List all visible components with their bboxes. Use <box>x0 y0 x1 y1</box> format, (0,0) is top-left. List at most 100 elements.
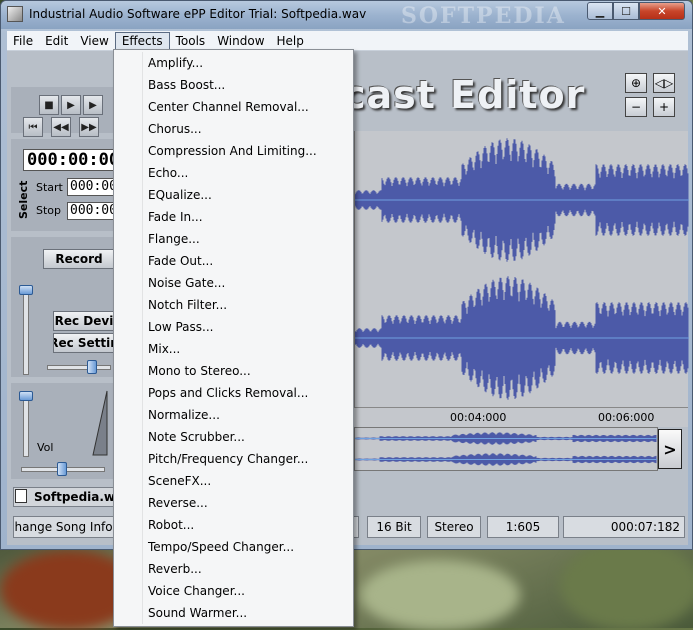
effects-menu-item-noise-gate[interactable]: Noise Gate... <box>148 272 225 294</box>
start-label: Start <box>36 181 63 194</box>
effects-menu-item-equalize[interactable]: EQualize... <box>148 184 212 206</box>
waveform-graphic <box>354 138 689 400</box>
desktop-background <box>560 540 693 630</box>
play-icon: ▶ <box>67 99 75 111</box>
maximize-icon: ☐ <box>621 4 631 18</box>
effects-menu-item-compression-and-limiting[interactable]: Compression And Limiting... <box>148 140 317 162</box>
zoom-out-button[interactable]: − <box>625 97 647 117</box>
rec-settings-button[interactable]: Rec Settin <box>53 333 115 353</box>
timeline-tick: 00:06:000 <box>598 411 655 424</box>
file-icon <box>15 489 27 503</box>
menu-edit[interactable]: Edit <box>39 32 74 50</box>
volume-slider[interactable] <box>23 393 29 457</box>
menu-bar: File Edit View Effects Tools Window Help <box>7 31 688 51</box>
effects-menu-item-voice-changer[interactable]: Voice Changer... <box>148 580 245 602</box>
watermark: SOFTPEDIA <box>401 3 566 29</box>
zoom-fit-icon: ⊕ <box>630 76 642 90</box>
file-name: Softpedia.wa <box>34 490 115 504</box>
record-level-slider[interactable] <box>23 287 29 375</box>
select-label: Select <box>17 180 30 219</box>
volume-thumb[interactable] <box>19 391 33 401</box>
record-button[interactable]: Record <box>43 249 115 269</box>
status-bits: 16 Bit <box>367 516 421 538</box>
pan-thumb[interactable] <box>57 462 67 476</box>
minimize-icon: ▁ <box>595 4 605 18</box>
effects-menu: Amplify... Bass Boost... Center Channel Re… <box>113 49 354 627</box>
effects-menu-item-pops-and-clicks-removal[interactable]: Pops and Clicks Removal... <box>148 382 308 404</box>
start-field[interactable]: 000:00 <box>67 178 119 196</box>
status-length: 000:07:182 <box>563 516 685 538</box>
zoom-fit-button[interactable]: ⊕ <box>625 73 647 93</box>
menu-window[interactable]: Window <box>211 32 270 50</box>
play-selection-button[interactable]: ▶ <box>83 95 103 115</box>
minimize-button[interactable]: ▁ <box>587 2 613 20</box>
effects-menu-item-tempo-speed-changer[interactable]: Tempo/Speed Changer... <box>148 536 294 558</box>
effects-menu-item-note-scrubber[interactable]: Note Scrubber... <box>148 426 245 448</box>
effects-menu-item-normalize[interactable]: Normalize... <box>148 404 220 426</box>
fast-forward-icon: ▶▶ <box>81 121 97 133</box>
vol-label: Vol <box>37 441 54 454</box>
zoom-out-icon: − <box>630 100 642 114</box>
overview-graphic <box>354 432 657 466</box>
menu-file[interactable]: File <box>7 32 39 50</box>
overview-scroll-right-button[interactable]: > <box>658 429 682 469</box>
effects-menu-item-center-channel-removal[interactable]: Center Channel Removal... <box>148 96 309 118</box>
effects-menu-item-scenefx[interactable]: SceneFX... <box>148 470 211 492</box>
stop-button[interactable]: ■ <box>39 95 59 115</box>
effects-menu-item-echo[interactable]: Echo... <box>148 162 188 184</box>
effects-menu-item-fade-out[interactable]: Fade Out... <box>148 250 213 272</box>
rewind-start-icon: ⏮ <box>28 121 38 133</box>
overview-waveform[interactable] <box>354 427 658 471</box>
rewind-icon: ◀◀ <box>53 121 69 133</box>
title-bar[interactable]: Industrial Audio Software ePP Editor Tri… <box>1 1 692 29</box>
zoom-horizontal-icon: ◁▷ <box>654 76 674 90</box>
status-channels: Stereo <box>427 516 481 538</box>
menu-tools[interactable]: Tools <box>170 32 212 50</box>
rec-device-button[interactable]: Rec Devi <box>53 311 115 331</box>
window-title: Industrial Audio Software ePP Editor Tri… <box>29 7 367 21</box>
effects-menu-item-pitch-frequency-changer[interactable]: Pitch/Frequency Changer... <box>148 448 308 470</box>
menu-help[interactable]: Help <box>271 32 310 50</box>
play-selection-icon: ▶ <box>89 99 97 111</box>
effects-menu-item-mono-to-stereo[interactable]: Mono to Stereo... <box>148 360 251 382</box>
stop-field[interactable]: 000:00 <box>67 202 119 220</box>
stop-label: Stop <box>36 204 62 217</box>
status-ratio: 1:605 <box>487 516 559 538</box>
menu-view[interactable]: View <box>74 32 114 50</box>
record-balance-slider[interactable] <box>47 365 111 370</box>
zoom-in-button[interactable]: + <box>653 97 675 117</box>
close-button[interactable]: ✕ <box>639 2 685 20</box>
effects-menu-item-mix[interactable]: Mix... <box>148 338 180 360</box>
effects-menu-item-chorus[interactable]: Chorus... <box>148 118 202 140</box>
timeline-ruler: 00:04:000 00:06:000 <box>354 407 688 427</box>
record-level-thumb[interactable] <box>19 285 33 295</box>
effects-menu-item-flange[interactable]: Flange... <box>148 228 200 250</box>
desktop-background <box>360 560 520 630</box>
fast-forward-button[interactable]: ▶▶ <box>79 117 99 137</box>
waveform-view[interactable] <box>354 131 689 411</box>
zoom-horizontal-button[interactable]: ◁▷ <box>653 73 675 93</box>
record-balance-thumb[interactable] <box>87 360 97 374</box>
effects-menu-item-notch-filter[interactable]: Notch Filter... <box>148 294 227 316</box>
app-icon <box>7 6 23 22</box>
effects-menu-item-sound-warmer[interactable]: Sound Warmer... <box>148 602 247 624</box>
effects-menu-item-robot[interactable]: Robot... <box>148 514 194 536</box>
effects-menu-item-fade-in[interactable]: Fade In... <box>148 206 203 228</box>
file-tab[interactable]: Softpedia.wa <box>13 487 115 507</box>
volume-meter <box>92 390 108 456</box>
menu-effects[interactable]: Effects <box>114 31 170 50</box>
change-song-info-button[interactable]: Change Song Info... <box>13 516 117 538</box>
stop-icon: ■ <box>44 99 54 111</box>
rewind-button[interactable]: ◀◀ <box>51 117 71 137</box>
maximize-button[interactable]: ☐ <box>613 2 639 20</box>
effects-menu-item-bass-boost[interactable]: Bass Boost... <box>148 74 225 96</box>
close-icon: ✕ <box>657 4 667 18</box>
effects-menu-item-reverb[interactable]: Reverb... <box>148 558 202 580</box>
effects-menu-item-amplify[interactable]: Amplify... <box>148 52 203 74</box>
zoom-in-icon: + <box>658 100 670 114</box>
play-button[interactable]: ▶ <box>61 95 81 115</box>
app-banner: cast Editor <box>343 73 586 117</box>
effects-menu-item-low-pass[interactable]: Low Pass... <box>148 316 213 338</box>
rewind-start-button[interactable]: ⏮ <box>23 117 43 137</box>
effects-menu-item-reverse[interactable]: Reverse... <box>148 492 208 514</box>
